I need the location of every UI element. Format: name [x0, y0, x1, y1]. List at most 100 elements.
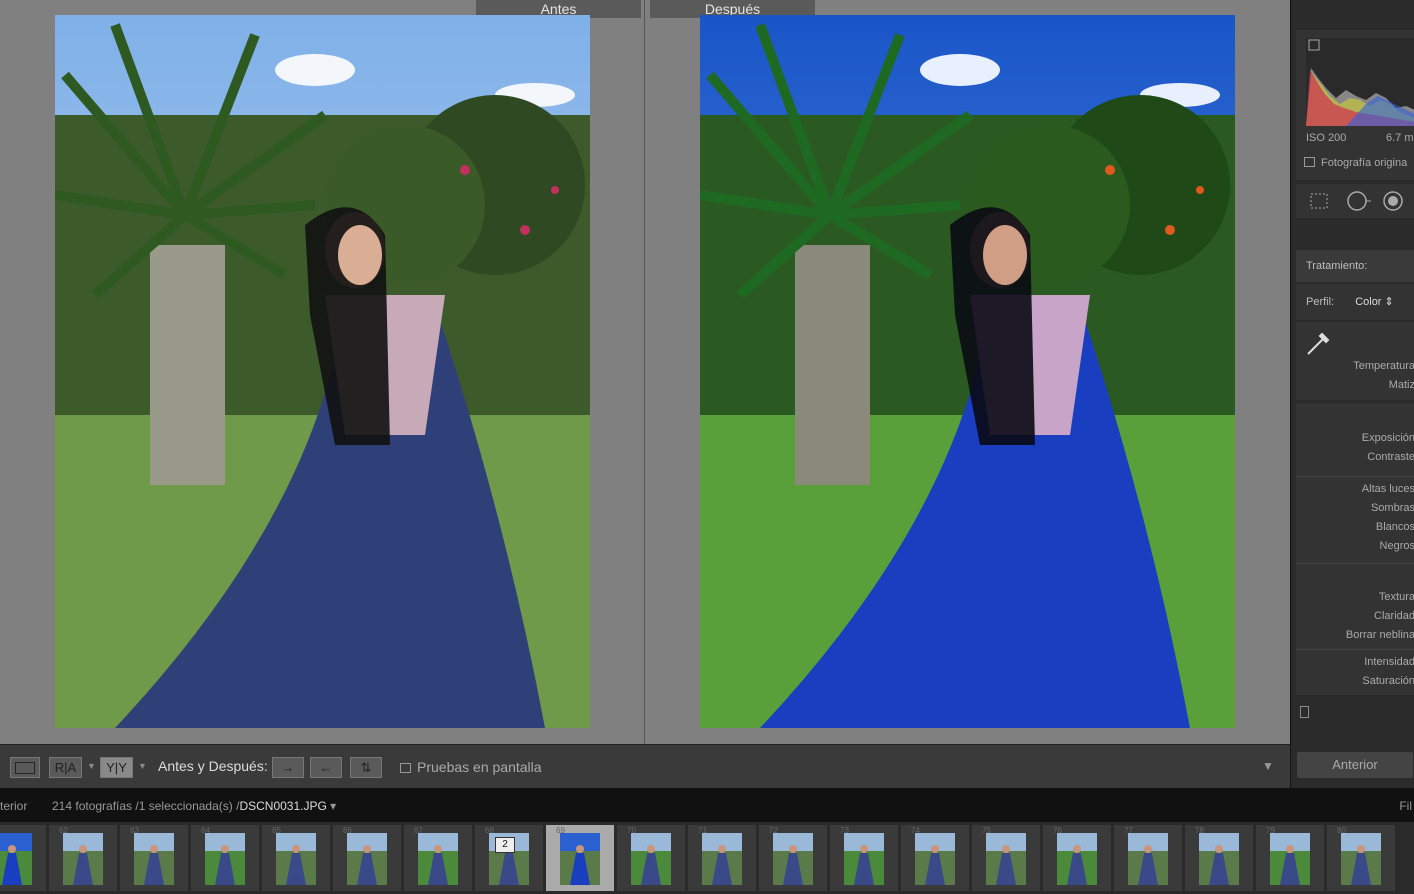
soft-proofing-checkbox[interactable]: [400, 763, 411, 773]
filmstrip-source-label[interactable]: terior: [0, 799, 27, 813]
original-photo-toggle[interactable]: Fotografía origina: [1304, 157, 1407, 169]
current-filename[interactable]: DSCN0031.JPG: [239, 799, 326, 813]
spot-removal-icon[interactable]: [1346, 190, 1371, 212]
eyedropper-icon[interactable]: [1304, 328, 1334, 363]
divider: [1296, 563, 1414, 564]
filmstrip-thumbnail[interactable]: 77: [1114, 825, 1182, 891]
arrow-right-icon: →: [281, 760, 295, 775]
before-photo[interactable]: [55, 15, 590, 728]
crop-icon[interactable]: [1308, 190, 1330, 212]
swap-icon: ⇅: [360, 760, 372, 775]
before-after-viewer: Antes Después: [0, 0, 1290, 744]
filmstrip-thumbnail[interactable]: 74: [901, 825, 969, 891]
loupe-icon: [15, 762, 35, 774]
updown-icon: ⇕: [1384, 296, 1394, 308]
previous-settings-button[interactable]: Anterior: [1297, 752, 1413, 778]
filmstrip-thumbnail[interactable]: 73: [830, 825, 898, 891]
contrast-label: Contraste: [1367, 451, 1414, 463]
profile-select[interactable]: Color ⇕: [1355, 296, 1394, 308]
loupe-view-button[interactable]: [10, 757, 40, 778]
scroll-handle[interactable]: [1300, 706, 1309, 718]
thumbnail-image: [0, 833, 32, 885]
panel-scrollbar[interactable]: [1296, 700, 1414, 724]
white-balance-section: Temperatura Matiz: [1296, 322, 1414, 400]
thumbnail-image: [63, 833, 103, 885]
thumbnail-image: [1270, 833, 1310, 885]
thumbnail-image: [418, 833, 458, 885]
copy-after-to-before-button[interactable]: ←: [310, 757, 342, 778]
tint-label: Matiz: [1388, 379, 1414, 391]
filmstrip: 6162636465666768269707172737475767778798…: [0, 822, 1414, 894]
before-pane[interactable]: Antes: [2, 0, 645, 744]
thumbnail-image: [702, 833, 742, 885]
tool-strip: [1296, 184, 1414, 218]
thumbnail-image: [560, 833, 600, 885]
filmstrip-thumbnail[interactable]: 68 2: [475, 825, 543, 891]
filmstrip-thumbnail[interactable]: 64: [191, 825, 259, 891]
filmstrip-thumbnail[interactable]: 63: [120, 825, 188, 891]
thumbnail-image: [134, 833, 174, 885]
highlights-label: Altas luces: [1361, 483, 1414, 495]
filmstrip-thumbnail[interactable]: 71: [688, 825, 756, 891]
thumbnail-image: [347, 833, 387, 885]
toolbar-menu-icon[interactable]: ▼: [1262, 759, 1274, 773]
exposure-label: Exposición: [1361, 432, 1414, 444]
thumbnail-image: [986, 833, 1026, 885]
treatment-label: Tratamiento:: [1306, 260, 1368, 272]
shadows-label: Sombras: [1370, 502, 1414, 514]
toolbar: R|A ▼ Y|Y ▼ Antes y Después: → ← ⇅ Prueb…: [0, 744, 1290, 789]
after-photo[interactable]: [700, 15, 1235, 728]
ra-dropdown-icon[interactable]: ▼: [87, 761, 96, 771]
stack-count-badge: 2: [495, 837, 515, 853]
blacks-label: Negros: [1379, 540, 1414, 552]
filter-label[interactable]: Fil: [1399, 799, 1412, 813]
red-eye-icon[interactable]: [1382, 190, 1404, 212]
filmstrip-thumbnail[interactable]: 69: [546, 825, 614, 891]
copy-before-to-after-button[interactable]: →: [272, 757, 304, 778]
soft-proofing-toggle[interactable]: Pruebas en pantalla: [400, 759, 542, 775]
swap-before-after-button[interactable]: ⇅: [350, 757, 382, 778]
saturation-label: Saturación: [1362, 675, 1414, 687]
yy-dropdown-icon[interactable]: ▼: [138, 761, 147, 771]
filmstrip-thumbnail[interactable]: 75: [972, 825, 1040, 891]
filmstrip-thumbnail[interactable]: 67: [404, 825, 472, 891]
filmstrip-thumbnail[interactable]: 76: [1043, 825, 1111, 891]
thumbnail-image: [1128, 833, 1168, 885]
thumbnail-image: [915, 833, 955, 885]
after-pane[interactable]: Después: [647, 0, 1290, 744]
dehaze-label: Borrar neblina: [1345, 629, 1414, 641]
filmstrip-info: 214 fotografías /1 seleccionada(s) /DSCN…: [52, 799, 336, 813]
thumbnail-image: [631, 833, 671, 885]
filmstrip-thumbnail[interactable]: 61: [0, 825, 46, 891]
yy-view-button[interactable]: Y|Y: [100, 757, 133, 778]
before-after-label: Antes y Después:: [158, 758, 268, 774]
filmstrip-thumbnail[interactable]: 66: [333, 825, 401, 891]
filmstrip-thumbnail[interactable]: 80: [1327, 825, 1395, 891]
thumbnail-image: [773, 833, 813, 885]
filmstrip-thumbnail[interactable]: 72: [759, 825, 827, 891]
histogram: [1306, 38, 1414, 126]
filmstrip-thumbnail[interactable]: 78: [1185, 825, 1253, 891]
filmstrip-thumbnail[interactable]: 65: [262, 825, 330, 891]
histogram-panel: ISO 200 6.7 m Fotografía origina: [1296, 30, 1414, 180]
iso-value: ISO 200: [1306, 132, 1347, 144]
vibrance-label: Intensidad: [1364, 656, 1414, 668]
ra-view-button[interactable]: R|A: [49, 757, 82, 778]
whites-label: Blancos: [1375, 521, 1414, 533]
filmstrip-thumbnail[interactable]: 70: [617, 825, 685, 891]
filename-dropdown-icon[interactable]: ▾: [330, 799, 336, 813]
original-photo-checkbox[interactable]: [1304, 157, 1315, 167]
temperature-label: Temperatura: [1353, 360, 1414, 372]
clarity-label: Claridad: [1374, 610, 1414, 622]
thumbnail-image: [276, 833, 316, 885]
filmstrip-thumbnail[interactable]: 79: [1256, 825, 1324, 891]
thumbnail-image: [205, 833, 245, 885]
thumbnail-image: [1341, 833, 1381, 885]
profile-label: Perfil:: [1306, 296, 1335, 308]
tone-section: Exposición Contraste Altas luces Sombras…: [1296, 403, 1414, 695]
divider: [1296, 649, 1414, 650]
arrow-left-icon: ←: [319, 760, 333, 775]
profile-row: Perfil: Color ⇕: [1296, 284, 1414, 320]
filmstrip-thumbnail[interactable]: 62: [49, 825, 117, 891]
profile-value: Color: [1355, 296, 1382, 308]
